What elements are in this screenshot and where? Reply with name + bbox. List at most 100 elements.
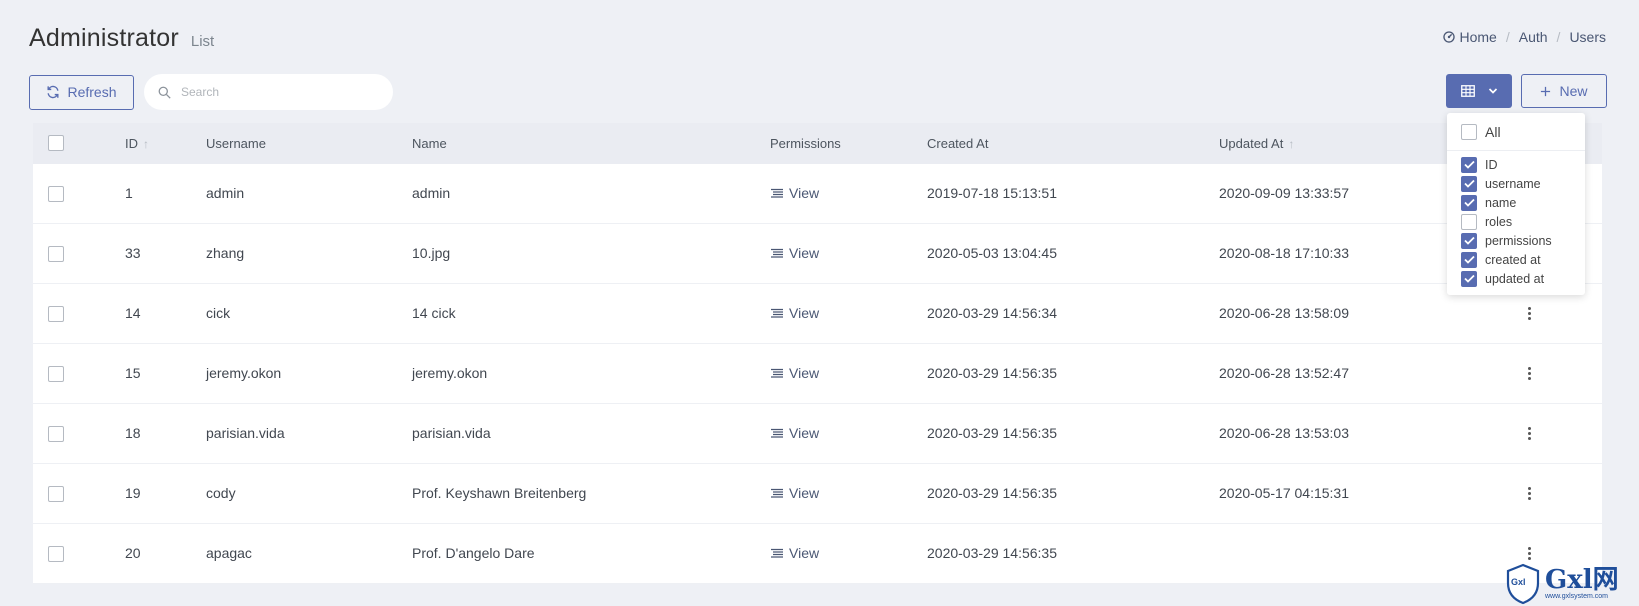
column-header-username: Username [206,136,266,151]
permissions-view-label: View [789,245,820,261]
permissions-view-label: View [789,545,820,561]
breadcrumb-separator: / [1556,29,1561,45]
column-option-label: ID [1485,157,1498,172]
breadcrumb: Home / Auth / Users [1442,29,1606,45]
table-grid-icon [1460,85,1475,97]
column-header-id[interactable]: ID ↑ [125,136,149,151]
row-checkbox[interactable] [48,186,64,202]
column-option[interactable]: created at [1461,250,1585,269]
toolbar-right: New [1446,74,1607,108]
cell-id: 20 [125,545,141,561]
cell-created-at: 2020-05-03 13:04:45 [927,245,1057,261]
column-selector-dropdown: All ID username name roles permissions create… [1447,113,1585,295]
permissions-view-label: View [789,485,820,501]
checkbox-icon[interactable] [1461,251,1477,268]
column-option[interactable]: name [1461,193,1585,212]
column-option-all[interactable]: All [1461,119,1585,145]
list-icon [771,248,783,258]
row-checkbox[interactable] [48,486,64,502]
users-table: ID ↑ Username Name Permissions Created A… [33,123,1602,584]
column-option[interactable]: roles [1461,212,1585,231]
permissions-view-link[interactable]: View [771,365,819,381]
permissions-view-link[interactable]: View [771,185,819,201]
sort-arrow-icon[interactable]: ↑ [1288,137,1294,151]
watermark-text: Gxl网 [1545,565,1619,595]
select-all-checkbox[interactable] [48,135,64,151]
cell-name: Prof. D'angelo Dare [412,545,535,561]
chevron-down-icon [1488,88,1497,94]
refresh-icon [47,85,59,99]
cell-id: 33 [125,245,141,261]
toolbar-left: Refresh [29,74,393,110]
list-icon [771,188,783,198]
row-checkbox[interactable] [48,426,64,442]
sort-arrow-icon[interactable]: ↑ [143,137,149,151]
column-option[interactable]: updated at [1461,269,1585,288]
checkbox-icon[interactable] [1461,232,1477,249]
cell-id: 1 [125,185,133,201]
permissions-view-link[interactable]: View [771,305,819,321]
checkbox-icon[interactable] [1461,156,1477,173]
cell-username: jeremy.okon [206,365,282,381]
checkbox-icon[interactable] [1461,213,1477,230]
column-option-label: name [1485,195,1517,210]
cell-updated-at: 2020-09-09 13:33:57 [1219,185,1349,201]
cell-created-at: 2020-03-29 14:56:34 [927,305,1057,321]
breadcrumb-auth[interactable]: Auth [1519,29,1548,45]
more-vertical-icon[interactable] [1524,307,1534,320]
checkbox-icon[interactable] [1461,270,1477,287]
column-header-permissions: Permissions [770,136,841,151]
column-header-updated-at[interactable]: Updated At ↑ [1219,136,1294,151]
column-option[interactable]: permissions [1461,231,1585,250]
cell-created-at: 2020-03-29 14:56:35 [927,425,1057,441]
list-icon [771,308,783,318]
more-vertical-icon[interactable] [1524,367,1534,380]
cell-name: Prof. Keyshawn Breitenberg [412,485,587,501]
checkbox-icon[interactable] [1461,194,1477,211]
more-vertical-icon[interactable] [1524,427,1534,440]
breadcrumb-home[interactable]: Home [1442,29,1497,45]
cell-id: 19 [125,485,141,501]
column-option[interactable]: ID [1461,155,1585,174]
row-checkbox[interactable] [48,546,64,562]
table-row: 15 jeremy.okon jeremy.okon View 2020-03-… [33,344,1602,404]
refresh-button[interactable]: Refresh [29,74,134,110]
new-button[interactable]: New [1521,74,1607,108]
checkbox-icon[interactable] [1461,175,1477,192]
cell-username: parisian.vida [206,425,285,441]
column-header-updated-at-label: Updated At [1219,136,1284,151]
permissions-view-link[interactable]: View [771,545,819,561]
table-row: 18 parisian.vida parisian.vida View 2020… [33,404,1602,464]
refresh-label: Refresh [67,84,117,100]
column-option-label: username [1485,176,1541,191]
permissions-view-link[interactable]: View [771,485,819,501]
plus-icon [1541,86,1551,96]
cell-id: 14 [125,305,141,321]
cell-updated-at: 2020-06-28 13:53:03 [1219,425,1349,441]
cell-name: 14 cick [412,305,456,321]
cell-name: jeremy.okon [412,365,488,381]
more-vertical-icon[interactable] [1524,487,1534,500]
column-option-label: roles [1485,214,1513,229]
cell-username: apagac [206,545,252,561]
column-option[interactable]: username [1461,174,1585,193]
cell-username: admin [206,185,245,201]
row-checkbox[interactable] [48,246,64,262]
column-option-all-label: All [1485,124,1501,140]
table-row: 20 apagac Prof. D'angelo Dare View 2020-… [33,524,1602,584]
row-checkbox[interactable] [48,366,64,382]
cell-updated-at: 2020-08-18 17:10:33 [1219,245,1349,261]
search-input[interactable] [181,85,361,99]
row-checkbox[interactable] [48,306,64,322]
cell-created-at: 2020-03-29 14:56:35 [927,545,1057,561]
permissions-view-link[interactable]: View [771,425,819,441]
permissions-view-link[interactable]: View [771,245,819,261]
cell-username: cick [206,305,231,321]
cell-updated-at: 2020-06-28 13:58:09 [1219,305,1349,321]
column-option-list: ID username name roles permissions created at… [1461,155,1585,288]
checkbox-icon[interactable] [1461,124,1477,140]
list-icon [771,488,783,498]
more-vertical-icon[interactable] [1524,547,1534,560]
table-row: 19 cody Prof. Keyshawn Breitenberg View … [33,464,1602,524]
column-selector-button[interactable] [1446,74,1512,108]
